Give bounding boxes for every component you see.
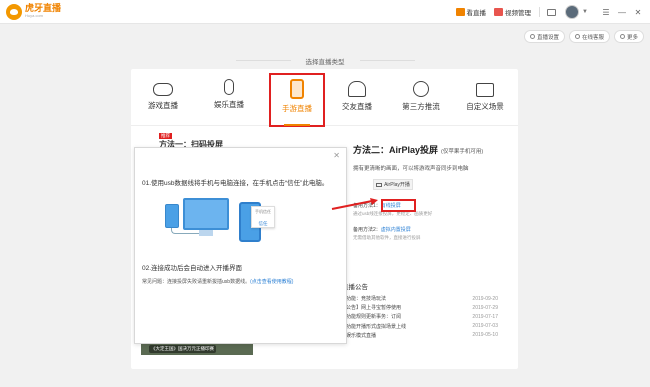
chevron-down-icon[interactable]: ▼ [582,9,588,15]
method2-title: 方法二：AirPlay投屏 (仅苹果手机可用) [353,145,484,155]
trust-dialog: 手机信任 信任 [251,206,275,228]
gamepad-icon [153,83,173,96]
logo-name: 虎牙直播 [25,2,62,13]
list-item[interactable]: 新功能开播形式虚拟场景上线 2019-07-03 [341,322,518,331]
category-label: 交友直播 [342,102,372,111]
category-label: 游戏直播 [148,101,178,110]
live-settings-button[interactable]: 直播设置 [523,30,565,43]
divider [360,60,415,61]
airplay-icon [376,182,383,187]
close-icon[interactable]: ✕ [632,8,644,17]
avatar[interactable] [565,5,580,19]
list-item[interactable]: 新功能：竞技场玩法 2019-09-20 [341,294,518,303]
sub-toolbar: 直播设置 在线客服 更多 [520,30,644,43]
monitor-image [183,198,229,230]
microphone-icon [224,79,234,95]
share-icon [413,81,429,97]
list-item[interactable]: 新娱乐模式直播 2019-05-10 [341,331,518,340]
minimize-icon[interactable]: — [616,8,628,17]
list-item[interactable]: 【公告】网上寻宝暂停使用 2019-07-29 [341,303,518,312]
category-entertainment-live[interactable]: 娱乐直播 [201,75,257,127]
page-title: 选择直播类型 [305,59,345,66]
promo-label: 《大定王国》国决万元正播印赛 [149,345,216,353]
category-third-party-stream[interactable]: 第三方推流 [393,75,449,127]
phone-icon [290,79,304,99]
video-manage-label: 视频管理 [505,10,532,17]
heart-icon [348,81,366,97]
phone-image [165,204,179,228]
backup-method-2-desc: 无需借助其他软件，直接进行投屏 [353,235,421,240]
category-label: 第三方推流 [402,102,440,111]
category-custom-scene[interactable]: 自定义场景 [457,75,513,127]
method2-section: 方法二：AirPlay投屏 (仅苹果手机可用) 拥有更清晰的画面，可以将游戏声音同… [353,143,483,172]
method2-desc: 拥有更清晰的画面，可以将游戏声音同步到电脑 [353,166,469,172]
online-service-button[interactable]: 在线客服 [568,30,610,43]
divider [539,7,541,17]
watch-live-label: 看直播 [466,10,487,17]
airplay-button[interactable]: AirPlay开播 [373,179,413,190]
category-bar: 游戏直播 娱乐直播 手游直播 交友直播 第三方推流 自定义场景 [131,69,518,127]
arrow-icon [331,198,378,210]
category-social-live[interactable]: 交友直播 [329,75,385,127]
list-item[interactable]: 新功能规则更新事务：订阅 2019-07-17 [341,312,518,321]
app-logo: 虎牙直播 Huya.com [6,2,62,20]
tutorial-link[interactable]: (点击查看使用教程) [250,279,293,285]
menu-icon[interactable]: ☰ [600,8,612,17]
close-icon[interactable]: ✕ [333,151,340,160]
category-mobile-game-live[interactable]: 手游直播 [269,73,325,127]
step-2-text: 02.连接成功后会自动进入开播界面 [142,265,243,272]
more-button[interactable]: 更多 [613,30,644,43]
message-icon[interactable] [547,8,557,16]
notice-panel: 直播公告 新功能：竞技场玩法 2019-09-20 【公告】网上寻宝暂停使用 201… [341,281,518,369]
headset-icon [574,34,580,39]
logo-icon [6,3,22,20]
highlight-box [381,199,416,212]
category-label: 手游直播 [282,104,312,113]
wired-cast-popup: ✕ 01.使用usb数据线将手机与电脑连接，在手机点击“信任”此电脑。 手机信任… [134,147,347,344]
category-game-live[interactable]: 游戏直播 [135,75,191,127]
backup-method-2: 备用方法2：虚拟内置投屏 [353,227,411,233]
video-manage-button[interactable]: 视频管理 [494,7,531,17]
play-icon [455,8,465,16]
title-bar-actions: 看直播 视频管理 ▼ ☰ — ✕ [455,0,644,24]
category-label: 娱乐直播 [214,100,244,109]
category-label: 自定义场景 [466,102,504,111]
logo-sub: Huya.com [25,12,44,18]
step-1-text: 01.使用usb数据线将手机与电脑连接，在手机点击“信任”此电脑。 [142,180,329,187]
virtual-cast-link[interactable]: 虚拟内置投屏 [381,227,411,233]
method2-note: (仅苹果手机可用) [441,149,484,155]
faq-text: 常见问题：连接投屏失败请重新拔插usb数据线。(点击查看使用教程) [142,279,294,285]
gear-icon [529,34,535,39]
video-icon [494,8,504,16]
notice-title: 直播公告 [342,284,368,291]
watch-live-button[interactable]: 看直播 [455,7,487,17]
monitor-stand [199,230,213,236]
scene-icon [476,83,494,97]
title-bar: 虎牙直播 Huya.com 看直播 视频管理 ▼ ☰ — ✕ [0,0,650,24]
more-icon [619,34,625,39]
connection-illustration: 手机信任 信任 [165,198,325,254]
